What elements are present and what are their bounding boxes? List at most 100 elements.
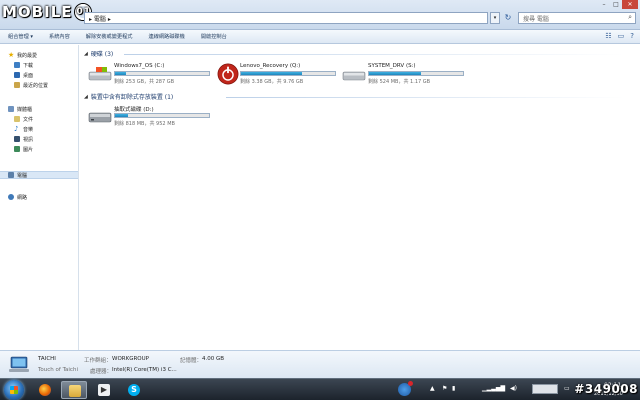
section-title: 裝置中含有卸除式存放裝置 (1): [90, 94, 174, 101]
library-icon: [8, 106, 14, 112]
drive-usage-bar: [114, 113, 210, 118]
drive-name: Windows7_OS (C:): [114, 63, 165, 69]
drive-usage-bar: [368, 71, 464, 76]
volume-icon[interactable]: ◀): [510, 385, 517, 392]
desktop-icon: [14, 72, 20, 78]
address-dropdown-icon[interactable]: ▾: [490, 12, 500, 24]
video-icon: [14, 136, 20, 142]
nav-item-label: 文件: [23, 116, 34, 123]
nav-item-label: 最近的位置: [23, 82, 49, 89]
network-icon: [8, 194, 14, 200]
nav-item-label: 桌面: [23, 72, 34, 79]
windows-drive-icon: [88, 67, 112, 81]
nav-item-label: 視訊: [23, 136, 34, 143]
section-divider: [226, 97, 624, 98]
drive-s[interactable]: SYSTEM_DRV (S:) 剩餘 524 MB，共 1.17 GB: [342, 63, 466, 89]
media-player-icon: ▶: [98, 384, 110, 396]
maximize-icon[interactable]: □: [610, 0, 622, 9]
drive-usage-fill: [115, 72, 127, 75]
computer-name: TAICHI: [38, 356, 56, 362]
music-icon: ♪: [14, 125, 19, 133]
search-icon[interactable]: ⌕: [628, 13, 632, 22]
nav-network-label: 網路: [17, 194, 28, 201]
organize-button[interactable]: 組合管理 ▾: [0, 33, 41, 40]
uninstall-program-button[interactable]: 解除安裝或變更程式: [78, 33, 141, 40]
pictures-icon: [14, 146, 20, 152]
preview-pane-icon[interactable]: ▭: [618, 32, 625, 40]
recovery-drive-icon: [217, 63, 239, 85]
drive-usage-fill: [115, 114, 129, 117]
recent-places-icon: [14, 82, 20, 88]
computer-icon: [9, 356, 29, 372]
memory-label: 記憶體：: [180, 358, 203, 364]
nav-item-label: 圖片: [23, 146, 34, 153]
refresh-icon[interactable]: ↻: [502, 12, 514, 24]
nav-favorites-label: 我的最愛: [17, 52, 38, 59]
tray-alert-badge-icon: [408, 381, 413, 386]
workgroup-value: WORKGROUP: [112, 356, 149, 362]
command-bar: 組合管理 ▾ 系統內容 解除安裝或變更程式 連線網路磁碟機 開啟控制台 ☷ ▭ …: [0, 30, 640, 44]
keyboard-language-icon[interactable]: [532, 384, 558, 394]
main-content: ◢ 硬碟 (3) Windows7_OS (C:) 剩餘 253 GB，共 28…: [80, 45, 640, 350]
hard-drive-icon: [342, 71, 366, 81]
close-icon[interactable]: ✕: [622, 0, 638, 9]
wifi-signal-icon[interactable]: ▁▂▃▅▇: [482, 385, 505, 392]
processor-value: Intel(R) Core(TM) i3 C...: [112, 367, 177, 373]
nav-computer[interactable]: 電腦: [0, 171, 78, 179]
tray-battery-icon[interactable]: ▮: [452, 385, 455, 392]
section-removable[interactable]: ◢ 裝置中含有卸除式存放裝置 (1): [84, 92, 174, 102]
nav-favorites[interactable]: ★ 我的最愛: [8, 51, 86, 59]
open-control-panel-button[interactable]: 開啟控制台: [193, 33, 235, 40]
view-controls: ☷ ▭ ?: [605, 32, 634, 40]
help-icon[interactable]: ?: [630, 32, 634, 40]
details-pane: TAICHI Touch of Taichi 工作群組： WORKGROUP 記…: [0, 350, 640, 378]
skype-icon: S: [128, 384, 140, 396]
drive-name: SYSTEM_DRV (S:): [368, 63, 416, 69]
system-properties-button[interactable]: 系統內容: [41, 33, 78, 40]
nav-libraries[interactable]: 媒體櫃: [8, 105, 86, 113]
view-options-icon[interactable]: ☷: [605, 32, 611, 40]
collapse-triangle-icon[interactable]: ◢: [84, 94, 88, 100]
logo-text: MOBILE: [2, 3, 73, 21]
drive-free-space: 剩餘 818 MB，共 952 MB: [114, 121, 175, 127]
drive-free-space: 剩餘 524 MB，共 1.17 GB: [368, 79, 431, 85]
search-placeholder: 搜尋 電腦: [523, 15, 549, 23]
section-hard-drives[interactable]: ◢ 硬碟 (3): [84, 49, 114, 59]
star-icon: ★: [8, 51, 15, 59]
nav-item-label: 音樂: [23, 126, 34, 133]
taskbar-firefox[interactable]: [32, 381, 58, 399]
mobile01-logo: MOBILE 01: [2, 2, 91, 22]
taskbar: ▶ S ▲ ⚑ ▮ ▁▂▃▅▇ ◀) ▭ 02:11 2011/12/30: [0, 378, 640, 400]
drive-name: Lenovo_Recovery (Q:): [240, 63, 301, 69]
search-input[interactable]: 搜尋 電腦 ⌕: [518, 12, 636, 24]
nav-computer-label: 電腦: [17, 172, 28, 179]
drive-usage-bar: [240, 71, 336, 76]
navigation-pane: ★ 我的最愛 下載 桌面 最近的位置 媒體櫃 文件 ♪ 音樂 視訊 圖片 電腦 …: [0, 45, 79, 350]
start-button[interactable]: [4, 380, 24, 400]
watermark: #349008: [574, 382, 638, 396]
tray-input-icon[interactable]: ▭: [564, 385, 570, 392]
address-path: ▸ 電腦 ▸: [89, 15, 111, 23]
taskbar-media-player[interactable]: ▶: [91, 381, 117, 399]
section-title: 硬碟 (3): [90, 51, 114, 58]
address-bar[interactable]: ▸ 電腦 ▸: [84, 12, 488, 24]
memory-value: 4.00 GB: [202, 356, 225, 362]
minimize-icon[interactable]: –: [598, 0, 610, 9]
workgroup-label: 工作群組：: [84, 358, 112, 364]
taskbar-skype[interactable]: S: [121, 381, 147, 399]
drive-c[interactable]: Windows7_OS (C:) 剩餘 253 GB，共 287 GB: [88, 63, 212, 89]
drive-q[interactable]: Lenovo_Recovery (Q:) 剩餘 3.38 GB，共 9.76 G…: [214, 63, 338, 89]
nav-item-label: 下載: [23, 62, 34, 69]
processor-label: 處理器：: [90, 369, 113, 375]
section-divider: [124, 54, 624, 55]
collapse-triangle-icon[interactable]: ◢: [84, 51, 88, 57]
tray-expand-icon[interactable]: ▲: [430, 385, 435, 392]
nav-network[interactable]: 網路: [8, 193, 86, 201]
drive-d[interactable]: 抽取式磁碟 (D:) 剩餘 818 MB，共 952 MB: [88, 105, 212, 131]
documents-icon: [14, 116, 20, 122]
taskbar-explorer[interactable]: [61, 381, 87, 399]
map-network-drive-button[interactable]: 連線網路磁碟機: [140, 33, 192, 40]
drive-usage-fill: [241, 72, 303, 75]
computer-subtitle: Touch of Taichi: [38, 367, 78, 373]
tray-flag-icon[interactable]: ⚑: [442, 385, 447, 392]
